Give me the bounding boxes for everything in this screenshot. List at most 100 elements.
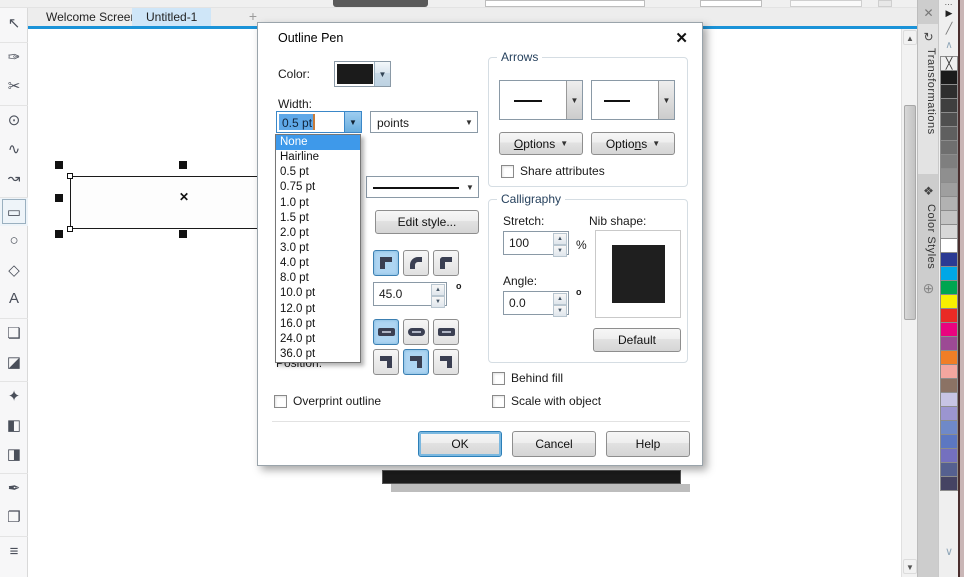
zoom-tool[interactable]: ⊙ [0,105,28,134]
cap-extended-button[interactable] [433,319,459,345]
palette-swatch-gray-60[interactable] [940,126,958,141]
color-eyedropper-tool[interactable]: ✦ [0,381,28,410]
palette-eyedropper-icon[interactable]: ╱ [939,22,959,35]
palette-swatch-pink[interactable] [940,364,958,379]
spin-down-icon[interactable]: ▼ [553,305,567,317]
checkbox-icon[interactable] [492,394,505,408]
palette-swatch-slate[interactable] [940,462,958,477]
palette-scroll-down-icon[interactable]: ∨ [939,545,959,558]
crop-tool[interactable]: ✂ [0,71,28,100]
palette-swatch-gray-90[interactable] [940,84,958,99]
pick-tool[interactable]: ↖ [0,8,28,37]
quick-customize-icon[interactable]: ⊕ [918,280,939,297]
width-option[interactable]: None [276,135,360,151]
checkbox-icon[interactable] [274,394,287,408]
width-option[interactable]: 4.0 pt [276,256,360,271]
end-arrow-options-button[interactable]: Options ▼ [591,132,675,155]
palette-swatch-gray-55[interactable] [940,140,958,155]
selection-handle-bottom-middle[interactable] [179,230,187,238]
selection-handle-top-middle[interactable] [179,161,187,169]
spinner[interactable]: ▲ ▼ [553,233,567,257]
docker-close-icon[interactable]: ✕ [918,6,939,20]
share-attributes-checkbox[interactable]: Share attributes [501,164,605,178]
spin-up-icon[interactable]: ▲ [553,293,567,305]
spinner[interactable]: ▲ ▼ [553,293,567,317]
text-tool[interactable]: A [0,284,28,313]
drop-shadow-tool[interactable]: ❏ [0,318,28,347]
chevron-down-icon[interactable]: ▼ [344,112,361,132]
outline-color-picker[interactable]: ▼ [334,61,391,87]
spin-down-icon[interactable]: ▼ [553,245,567,257]
end-arrowhead-combo[interactable]: ▼ [591,80,675,120]
width-option[interactable]: Hairline [276,150,360,165]
docker-tab-color-styles[interactable]: Color Styles [920,204,937,269]
spin-up-icon[interactable]: ▲ [553,233,567,245]
palette-swatch-green[interactable] [940,280,958,295]
scroll-down-icon[interactable]: ▼ [903,559,917,574]
palette-swatch-purple[interactable] [940,448,958,463]
miter-limit-field[interactable]: 45.0 ▲ ▼ [373,282,447,308]
width-option[interactable]: 0.75 pt [276,180,360,195]
spinner[interactable]: ▲ ▼ [431,284,445,308]
spin-up-icon[interactable]: ▲ [431,284,445,296]
transparency-tool[interactable]: ◪ [0,347,28,376]
chevron-down-icon[interactable]: ▼ [374,62,390,86]
width-combo[interactable]: 0.5 pt ▼ [276,111,362,133]
shape-tool[interactable]: ✑ [0,42,28,71]
palette-swatch-gray-40[interactable] [940,168,958,183]
overprint-outline-checkbox[interactable]: Overprint outline [274,394,381,408]
canvas-vertical-scrollbar[interactable]: ▲ ▼ [901,29,917,577]
ok-button[interactable]: OK [418,431,502,457]
selection-center-mark[interactable]: ✕ [179,190,189,204]
chevron-down-icon[interactable]: ▼ [462,177,478,197]
palette-swatch-medium-blue[interactable] [940,434,958,449]
object-styles-tool[interactable]: ≡ [0,536,28,565]
palette-swatch-black[interactable] [940,70,958,85]
palette-swatch-yellow[interactable] [940,294,958,309]
start-arrowhead-combo[interactable]: ▼ [499,80,583,120]
palette-swatch-plum[interactable] [940,336,958,351]
palette-swatch-gray-20[interactable] [940,210,958,225]
palette-swatch-dark-blue[interactable] [940,252,958,267]
width-option[interactable]: 12.0 pt [276,302,360,317]
polygon-tool[interactable]: ◇ [0,255,28,284]
palette-scroll-up-icon[interactable]: ∧ [939,40,959,51]
width-units-combo[interactable]: points ▼ [370,111,478,133]
selection-handle-top-left[interactable] [55,161,63,169]
edit-style-button[interactable]: Edit style... [375,210,479,234]
palette-swatch-orange[interactable] [940,350,958,365]
selection-handle-bottom-left[interactable] [55,230,63,238]
nib-shape-preview[interactable] [595,230,681,318]
palette-swatch-light-purple[interactable] [940,406,958,421]
cancel-button[interactable]: Cancel [512,431,596,457]
width-option[interactable]: 2.0 pt [276,226,360,241]
checkbox-icon[interactable] [492,371,505,385]
width-option[interactable]: 0.5 pt [276,165,360,180]
palette-swatch-gray-10[interactable] [940,224,958,239]
corner-round-button[interactable] [403,250,429,276]
default-button[interactable]: Default [593,328,681,352]
palette-swatch-white[interactable] [940,238,958,253]
palette-swatch-red[interactable] [940,308,958,323]
width-option[interactable]: 10.0 pt [276,286,360,301]
width-option[interactable]: 24.0 pt [276,332,360,347]
outline-pen-tool[interactable]: ✒ [0,473,28,502]
artistic-frame-tool[interactable]: ❐ [0,502,28,531]
checkbox-icon[interactable] [501,164,514,178]
corner-bevel-button[interactable] [433,250,459,276]
cap-round-button[interactable] [403,319,429,345]
chevron-down-icon[interactable]: ▼ [566,81,582,119]
chevron-down-icon[interactable]: ▼ [461,112,477,132]
artistic-media-tool[interactable]: ↝ [0,163,28,192]
tab-untitled-1[interactable]: Untitled-1 [132,8,212,26]
stretch-field[interactable]: 100 ▲ ▼ [503,231,569,257]
start-arrow-options-button[interactable]: Options ▼ [499,132,583,155]
width-option[interactable]: 1.5 pt [276,211,360,226]
outline-style-combo[interactable]: ▼ [366,176,479,198]
palette-swatch-dark-slate[interactable] [940,476,958,491]
selection-handle-middle-left[interactable] [55,194,63,202]
position-inside-button[interactable] [373,349,399,375]
scroll-up-icon[interactable]: ▲ [903,30,917,45]
cap-square-button[interactable] [373,319,399,345]
width-option[interactable]: 36.0 pt [276,347,360,362]
